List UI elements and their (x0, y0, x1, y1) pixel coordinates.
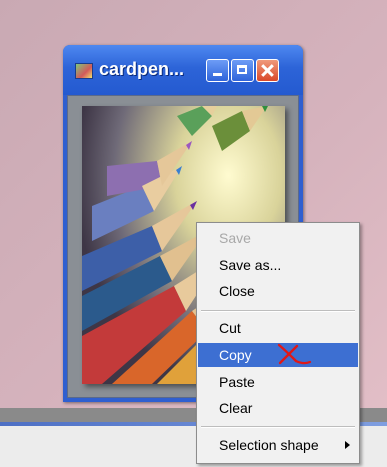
menu-item-selection-shape[interactable]: Selection shape (198, 433, 358, 457)
submenu-arrow-icon (345, 441, 350, 449)
menu-item-clear[interactable]: Clear (198, 396, 358, 420)
maximize-button[interactable] (231, 59, 254, 82)
menu-item-save: Save (219, 230, 251, 246)
menu-separator (201, 426, 355, 428)
window-title: cardpen... (99, 59, 185, 79)
minimize-button[interactable] (206, 59, 229, 82)
title-bar[interactable]: cardpen... (63, 45, 303, 95)
red-checkmark-icon (277, 343, 312, 365)
app-icon[interactable] (75, 63, 93, 79)
selection-shape-label: Selection shape (219, 437, 319, 453)
close-button[interactable] (256, 59, 279, 82)
menu-item-paste[interactable]: Paste (198, 370, 358, 394)
menu-separator (201, 310, 355, 312)
menu-item-close[interactable]: Close (198, 279, 358, 303)
menu-item-cut[interactable]: Cut (198, 316, 358, 340)
menu-item-save-as[interactable]: Save as... (198, 253, 358, 277)
